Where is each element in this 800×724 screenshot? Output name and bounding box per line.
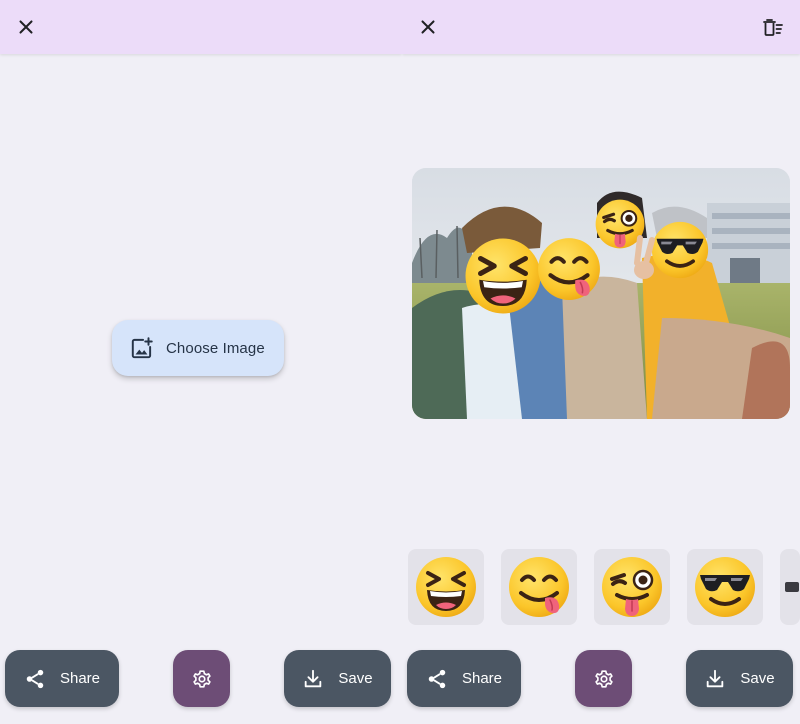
download-icon bbox=[704, 668, 726, 690]
share-button[interactable]: Share bbox=[5, 650, 119, 707]
gear-icon bbox=[191, 668, 213, 690]
delete-sweep-icon bbox=[763, 19, 783, 36]
grinning-squinting-face-icon bbox=[414, 555, 478, 619]
choose-image-button[interactable]: Choose Image bbox=[112, 320, 284, 376]
winking-face-with-tongue-icon bbox=[600, 555, 664, 619]
save-label: Save bbox=[740, 670, 775, 687]
emoji-option-winking-face-with-tongue[interactable] bbox=[594, 549, 670, 625]
emoji-option-partial[interactable] bbox=[780, 549, 800, 625]
choose-image-label: Choose Image bbox=[166, 339, 265, 357]
share-icon bbox=[24, 668, 46, 690]
gear-icon bbox=[593, 668, 615, 690]
share-label: Share bbox=[59, 670, 101, 687]
smiling-face-with-sunglasses-icon bbox=[693, 555, 757, 619]
close-button[interactable] bbox=[6, 7, 46, 47]
share-button[interactable]: Share bbox=[407, 650, 521, 707]
left-pane: Choose Image Share Save bbox=[0, 0, 402, 724]
emoji-option-face-savoring-food[interactable] bbox=[501, 549, 577, 625]
emoji-option-grinning-squinting[interactable] bbox=[408, 549, 484, 625]
emoji-option-smiling-face-with-sunglasses[interactable] bbox=[687, 549, 763, 625]
group-selfie-image bbox=[412, 168, 790, 419]
save-button[interactable]: Save bbox=[284, 650, 391, 707]
photo-preview bbox=[412, 168, 790, 419]
top-bar bbox=[0, 0, 402, 54]
add-photo-icon bbox=[131, 337, 153, 359]
close-icon bbox=[15, 16, 37, 38]
settings-button[interactable] bbox=[173, 650, 230, 707]
settings-button[interactable] bbox=[575, 650, 632, 707]
top-bar bbox=[402, 0, 800, 54]
partial-emoji-icon bbox=[785, 582, 799, 592]
share-label: Share bbox=[461, 670, 503, 687]
share-icon bbox=[426, 668, 448, 690]
download-icon bbox=[302, 668, 324, 690]
right-pane: Share Save bbox=[402, 0, 800, 724]
close-icon bbox=[417, 16, 439, 38]
delete-button[interactable] bbox=[753, 7, 793, 47]
emoji-picker bbox=[408, 549, 800, 625]
close-button[interactable] bbox=[408, 7, 448, 47]
face-savoring-food-icon bbox=[507, 555, 571, 619]
save-button[interactable]: Save bbox=[686, 650, 793, 707]
save-label: Save bbox=[338, 670, 373, 687]
